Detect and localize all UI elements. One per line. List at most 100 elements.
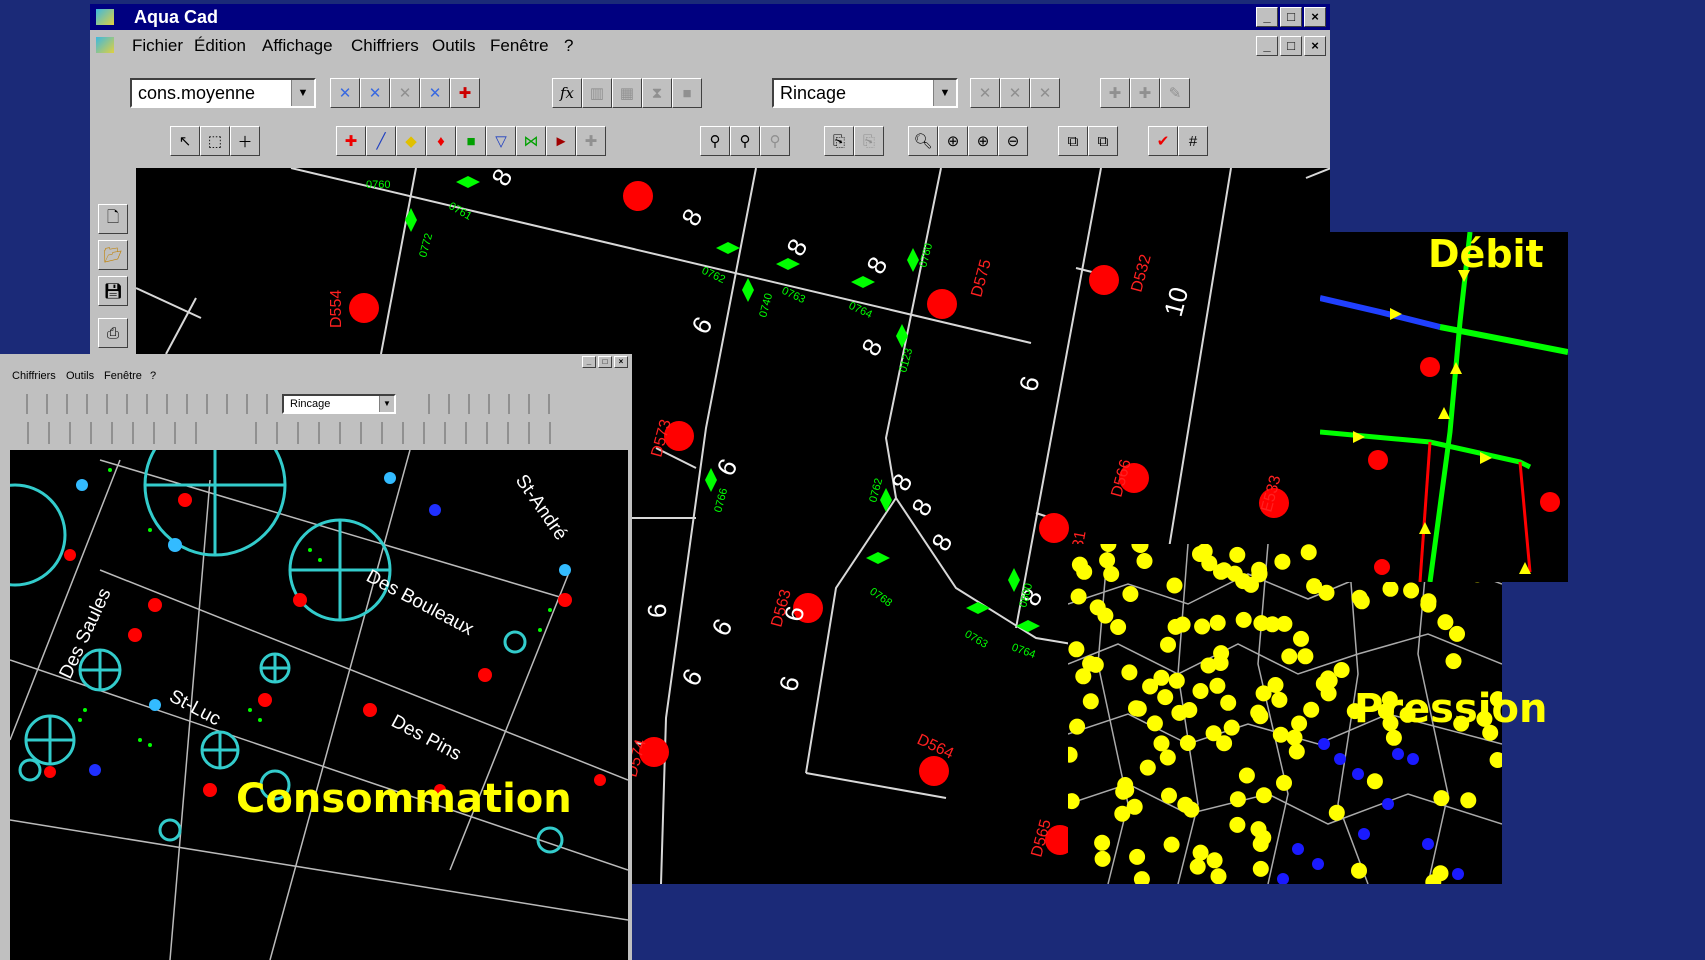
- add-node-icon[interactable]: ✚: [336, 126, 366, 156]
- toolbar-top: cons.moyenne ▼ ✕ ✕ ✕ ✕ ✚ fx ▥ ▦ ⧗ ■ Rinc…: [90, 72, 1330, 116]
- pressure-node: [1366, 773, 1383, 790]
- add-reservoir-icon[interactable]: ▽: [486, 126, 516, 156]
- network-view-1-button[interactable]: ✕: [330, 78, 360, 108]
- network-view-4-button[interactable]: ✕: [420, 78, 450, 108]
- doc-restore-button[interactable]: □: [1280, 36, 1302, 56]
- pressure-node: [1445, 653, 1462, 670]
- network-map-consommation[interactable]: St-André Des Bouleaux Des Saules St-Luc …: [10, 450, 628, 960]
- export-icon[interactable]: ⎘: [854, 126, 884, 156]
- menu-affichage[interactable]: Affichage: [262, 36, 333, 56]
- pressure-node: [1264, 616, 1281, 633]
- crosshair-icon[interactable]: ＋: [230, 126, 260, 156]
- menu-fenetre[interactable]: Fenêtre: [490, 36, 549, 56]
- add-junction-icon[interactable]: ◆: [396, 126, 426, 156]
- function-button[interactable]: fx: [552, 78, 582, 108]
- pressure-node: [1255, 829, 1272, 846]
- box-select-icon[interactable]: ⬚: [200, 126, 230, 156]
- menu-edition[interactable]: Édition: [194, 36, 246, 56]
- pressure-node: [1281, 648, 1298, 665]
- small-menu-outils[interactable]: Outils: [66, 370, 94, 382]
- pressure-node: [1099, 552, 1116, 569]
- chevron-down-icon[interactable]: ▼: [291, 80, 314, 106]
- flush-2-button[interactable]: ✕: [1000, 78, 1030, 108]
- small-minimize-button[interactable]: _: [582, 356, 596, 368]
- new-file-icon[interactable]: 🗋︎: [98, 204, 128, 234]
- document-icon: [96, 37, 114, 53]
- flush-6-button[interactable]: ✎: [1160, 78, 1190, 108]
- paste-icon[interactable]: ⧉: [1088, 126, 1118, 156]
- add-hydrant-icon[interactable]: ♦: [426, 126, 456, 156]
- print-icon[interactable]: ⎙: [98, 318, 128, 348]
- add-pipe-icon[interactable]: ╱: [366, 126, 396, 156]
- pressure-node: [1229, 816, 1246, 833]
- flush-4-button[interactable]: ✚: [1100, 78, 1130, 108]
- pressure-node: [1213, 563, 1229, 580]
- find-prev-icon[interactable]: ⚲: [760, 126, 790, 156]
- network-view-3-button[interactable]: ✕: [390, 78, 420, 108]
- pressure-node: [1255, 787, 1272, 804]
- doc-close-button[interactable]: ×: [1304, 36, 1326, 56]
- menu-chiffriers[interactable]: Chiffriers: [351, 36, 419, 56]
- maximize-button[interactable]: □: [1280, 7, 1302, 27]
- title-bar[interactable]: Aqua Cad _ □ ×: [90, 4, 1330, 30]
- arrow-select-icon[interactable]: ↖: [170, 126, 200, 156]
- pressure-node: [1220, 694, 1237, 711]
- debit-map[interactable]: 4 6: [1320, 232, 1568, 582]
- pressure-node: [1139, 759, 1156, 776]
- close-button[interactable]: ×: [1304, 7, 1326, 27]
- small-menu-chiffriers[interactable]: Chiffriers: [12, 370, 56, 382]
- pressure-node: [1288, 743, 1305, 760]
- network-view-5-button[interactable]: ✚: [450, 78, 480, 108]
- stop-button[interactable]: ■: [672, 78, 702, 108]
- find-icon[interactable]: ⚲: [700, 126, 730, 156]
- pressure-node: [1160, 636, 1176, 653]
- small-maximize-button[interactable]: □: [598, 356, 612, 368]
- copy-icon[interactable]: ⧉: [1058, 126, 1088, 156]
- add-valve-icon[interactable]: ⋈: [516, 126, 546, 156]
- network-view-2-button[interactable]: ✕: [360, 78, 390, 108]
- doc-minimize-button[interactable]: _: [1256, 36, 1278, 56]
- pressure-node: [1110, 619, 1127, 635]
- pressure-node: [1297, 648, 1314, 665]
- small-flushing-combo[interactable]: Rincage ▼: [282, 394, 396, 414]
- menu-fichier[interactable]: Fichier: [132, 36, 183, 56]
- add-tank-icon[interactable]: ■: [456, 126, 486, 156]
- import-icon[interactable]: ⎘: [824, 126, 854, 156]
- pressure-node: [1121, 664, 1138, 681]
- minimize-button[interactable]: _: [1256, 7, 1278, 27]
- zoom-out-icon[interactable]: ⊖: [998, 126, 1028, 156]
- menu-outils[interactable]: Outils: [432, 36, 475, 56]
- add-other-icon[interactable]: ✚: [576, 126, 606, 156]
- open-folder-icon[interactable]: 📂︎: [98, 240, 128, 270]
- zoom-icon[interactable]: 🔍︎: [908, 126, 938, 156]
- flush-5-button[interactable]: ✚: [1130, 78, 1160, 108]
- zoom-in-icon[interactable]: ⊕: [968, 126, 998, 156]
- pressure-node: [1192, 844, 1209, 861]
- validate-icon[interactable]: ✔: [1148, 126, 1178, 156]
- pressure-node: [1252, 860, 1269, 877]
- hourglass-button[interactable]: ⧗: [642, 78, 672, 108]
- chevron-down-icon[interactable]: ▼: [933, 80, 956, 106]
- save-icon[interactable]: 💾︎: [98, 276, 128, 306]
- small-close-button[interactable]: ×: [614, 356, 628, 368]
- menu-help[interactable]: ?: [564, 36, 573, 56]
- valve-label: 0760: [366, 179, 390, 191]
- grid-1-button[interactable]: ▥: [582, 78, 612, 108]
- grid-2-button[interactable]: ▦: [612, 78, 642, 108]
- zoom-window-icon[interactable]: ⊕: [938, 126, 968, 156]
- pressure-node: [1117, 777, 1134, 793]
- flushing-combo[interactable]: Rincage ▼: [772, 78, 958, 108]
- grid-icon[interactable]: #: [1178, 126, 1208, 156]
- chevron-down-icon[interactable]: ▼: [379, 396, 394, 412]
- scenario-combo[interactable]: cons.moyenne ▼: [130, 78, 316, 108]
- find-next-icon[interactable]: ⚲: [730, 126, 760, 156]
- add-pump-icon[interactable]: ►: [546, 126, 576, 156]
- small-menu-fenetre[interactable]: Fenêtre: [104, 370, 142, 382]
- pressure-node: [1097, 607, 1114, 624]
- pressure-node: [1333, 662, 1350, 678]
- small-menu-help[interactable]: ?: [150, 370, 156, 382]
- pressure-node: [1103, 566, 1120, 582]
- flush-1-button[interactable]: ✕: [970, 78, 1000, 108]
- flush-3-button[interactable]: ✕: [1030, 78, 1060, 108]
- caption-pression: Pression: [1354, 686, 1548, 732]
